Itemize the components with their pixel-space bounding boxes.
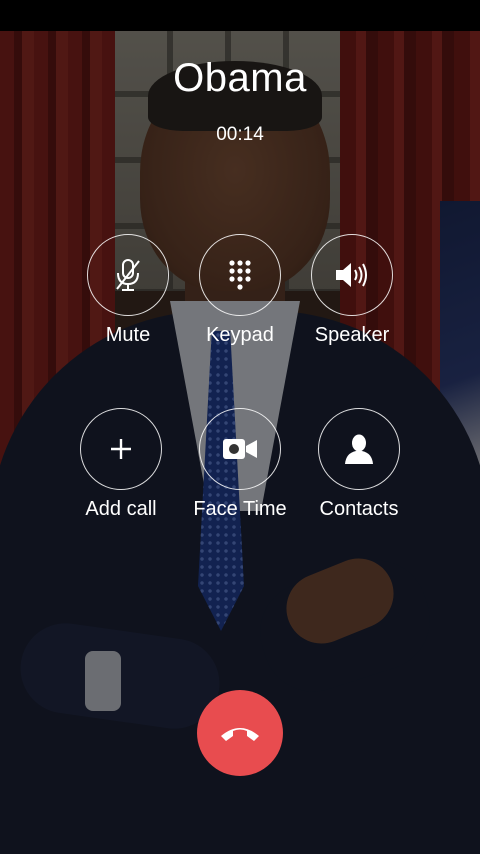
contacts-label: Contacts xyxy=(319,498,399,520)
status-bar xyxy=(0,0,480,31)
person-icon xyxy=(345,434,373,464)
add-call-button-ring[interactable] xyxy=(80,408,162,490)
hang-up-icon xyxy=(221,728,259,741)
dialpad-icon xyxy=(229,260,251,290)
mute-button-ring[interactable] xyxy=(87,234,169,316)
contacts-button[interactable]: Contacts xyxy=(299,408,419,521)
contacts-button-ring[interactable] xyxy=(318,408,400,490)
speaker-label: Speaker xyxy=(314,324,390,346)
in-call-screen: Obama 00:14 Mute Keypad Speaker Add call… xyxy=(0,0,480,854)
face-time-button[interactable]: Face Time xyxy=(180,408,300,521)
face-time-label: Face Time xyxy=(193,498,287,520)
end-call-button[interactable] xyxy=(197,690,283,776)
mute-button[interactable]: Mute xyxy=(68,234,188,347)
face-time-button-ring[interactable] xyxy=(199,408,281,490)
keypad-label: Keypad xyxy=(206,324,274,346)
call-duration: 00:14 xyxy=(216,124,264,145)
video-camera-icon xyxy=(223,439,257,459)
keypad-button-ring[interactable] xyxy=(199,234,281,316)
speaker-icon xyxy=(336,263,367,287)
speaker-button[interactable]: Speaker xyxy=(292,234,412,347)
add-call-label: Add call xyxy=(85,498,157,520)
mute-label: Mute xyxy=(105,324,151,346)
mic-off-icon xyxy=(116,259,140,291)
caller-name: Obama xyxy=(173,56,307,100)
speaker-button-ring[interactable] xyxy=(311,234,393,316)
plus-icon xyxy=(111,439,131,459)
add-call-button[interactable]: Add call xyxy=(61,408,181,521)
keypad-button[interactable]: Keypad xyxy=(180,234,300,347)
